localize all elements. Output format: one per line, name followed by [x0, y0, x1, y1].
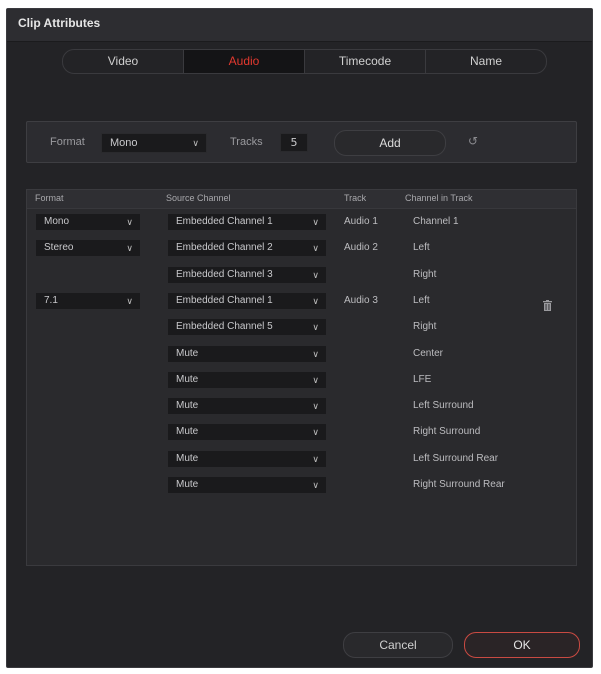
table-row: Mute ∨ Left Surround Rear: [27, 449, 576, 470]
tracks-label: Tracks: [230, 136, 263, 148]
window-title: Clip Attributes: [18, 16, 101, 30]
row-source-channel-dropdown[interactable]: Embedded Channel 5 ∨: [167, 318, 327, 337]
chevron-down-icon: ∨: [126, 243, 133, 254]
row-source-channel-value: Mute: [176, 373, 199, 385]
chevron-down-icon: ∨: [312, 322, 319, 333]
table-row: 7.1 ∨ Embedded Channel 1 ∨ Audio 3 Left: [27, 291, 576, 312]
row-source-channel-value: Embedded Channel 3: [176, 268, 273, 280]
chevron-down-icon: ∨: [312, 243, 319, 254]
row-source-channel-value: Embedded Channel 5: [176, 321, 273, 333]
row-channel-label: LFE: [413, 373, 432, 385]
chevron-down-icon: ∨: [312, 427, 319, 438]
row-channel-label: Channel 1: [413, 216, 459, 227]
row-source-channel-value: Mute: [176, 347, 199, 359]
table-row: Embedded Channel 5 ∨ Right: [27, 318, 576, 338]
table-row: Mute ∨ Center: [27, 344, 576, 365]
row-format-value: Mono: [44, 216, 70, 227]
row-source-channel-dropdown[interactable]: Mute ∨: [167, 423, 327, 442]
row-track-label: Audio 3: [344, 294, 378, 306]
row-channel-label: Right Surround Rear: [413, 479, 505, 490]
table-row: Mute ∨ Left Surround: [27, 397, 576, 417]
trash-icon[interactable]: [543, 300, 552, 311]
table-row: Mute ∨ LFE: [27, 370, 576, 391]
chevron-down-icon: ∨: [192, 138, 199, 148]
row-source-channel-dropdown[interactable]: Embedded Channel 1 ∨: [167, 291, 327, 310]
chevron-down-icon: ∨: [312, 295, 319, 306]
row-source-channel-dropdown[interactable]: Mute ∨: [167, 449, 327, 468]
add-tracks-bar: Format Mono ∨ Tracks 5 Add ↺: [26, 121, 577, 163]
row-source-channel-dropdown[interactable]: Mute ∨: [167, 397, 327, 416]
chevron-down-icon: ∨: [312, 374, 319, 385]
chevron-down-icon: ∨: [312, 217, 319, 227]
row-source-channel-dropdown[interactable]: Embedded Channel 3 ∨: [167, 265, 327, 284]
reset-icon[interactable]: ↺: [468, 134, 478, 148]
table-row: Mute ∨ Right Surround: [27, 423, 576, 443]
tracks-input[interactable]: 5: [280, 133, 308, 152]
row-format-dropdown[interactable]: Stereo ∨: [35, 239, 141, 258]
format-label: Format: [50, 136, 85, 148]
grid-header: Format Source Channel Track Channel in T…: [27, 190, 576, 209]
row-source-channel-value: Embedded Channel 1: [176, 294, 273, 306]
title-bar: Clip Attributes: [7, 9, 592, 42]
chevron-down-icon: ∨: [126, 217, 133, 227]
row-source-channel-dropdown[interactable]: Mute ∨: [167, 476, 327, 494]
row-channel-label: Right: [413, 321, 437, 333]
tab-bar: Video Audio Timecode Name: [62, 49, 547, 74]
row-channel-label: Left Surround: [413, 400, 474, 412]
row-source-channel-value: Embedded Channel 2: [176, 242, 273, 254]
chevron-down-icon: ∨: [126, 295, 133, 306]
chevron-down-icon: ∨: [312, 401, 319, 412]
tab-video[interactable]: Video: [63, 50, 184, 73]
row-source-channel-value: Mute: [176, 400, 199, 412]
row-format-value: 7.1: [44, 294, 58, 306]
table-row: Stereo ∨ Embedded Channel 2 ∨ Audio 2 Left: [27, 239, 576, 259]
audio-track-grid: Format Source Channel Track Channel in T…: [26, 189, 577, 566]
format-dropdown[interactable]: Mono ∨: [101, 133, 207, 153]
tab-audio[interactable]: Audio: [184, 50, 305, 73]
format-dropdown-value: Mono: [110, 137, 138, 149]
cancel-button[interactable]: Cancel: [343, 632, 453, 658]
chevron-down-icon: ∨: [312, 269, 319, 280]
row-format-dropdown[interactable]: 7.1 ∨: [35, 291, 141, 310]
chevron-down-icon: ∨: [312, 348, 319, 359]
row-track-label: Audio 1: [344, 216, 378, 227]
row-channel-label: Left Surround Rear: [413, 452, 499, 464]
header-track: Track: [344, 193, 367, 203]
add-button[interactable]: Add: [334, 130, 446, 156]
row-source-channel-value: Mute: [176, 479, 199, 490]
tab-timecode[interactable]: Timecode: [305, 50, 426, 73]
row-track-label: Audio 2: [344, 242, 378, 254]
table-row: Embedded Channel 3 ∨ Right: [27, 265, 576, 286]
row-source-channel-dropdown[interactable]: Embedded Channel 1 ∨: [167, 213, 327, 231]
row-source-channel-value: Mute: [176, 426, 199, 438]
row-source-channel-dropdown[interactable]: Embedded Channel 2 ∨: [167, 239, 327, 258]
row-channel-label: Left: [413, 242, 430, 254]
table-row: Mute ∨ Right Surround Rear: [27, 476, 576, 496]
row-source-channel-dropdown[interactable]: Mute ∨: [167, 344, 327, 363]
row-source-channel-value: Mute: [176, 452, 199, 464]
row-source-channel-value: Embedded Channel 1: [176, 216, 273, 227]
row-format-dropdown[interactable]: Mono ∨: [35, 213, 141, 231]
row-channel-label: Left: [413, 294, 430, 306]
ok-button[interactable]: OK: [464, 632, 580, 658]
header-source-channel: Source Channel: [166, 193, 231, 203]
chevron-down-icon: ∨: [312, 453, 319, 464]
row-source-channel-dropdown[interactable]: Mute ∨: [167, 370, 327, 389]
row-format-value: Stereo: [44, 242, 74, 254]
row-channel-label: Right: [413, 268, 437, 280]
tab-name[interactable]: Name: [426, 50, 546, 73]
table-row: Mono ∨ Embedded Channel 1 ∨ Audio 1 Channel 1: [27, 213, 576, 233]
row-channel-label: Right Surround: [413, 426, 481, 438]
header-channel-in-track: Channel in Track: [405, 193, 473, 203]
clip-attributes-window: Clip Attributes Video Audio Timecode Nam…: [6, 8, 593, 668]
row-channel-label: Center: [413, 347, 444, 359]
chevron-down-icon: ∨: [312, 480, 319, 490]
header-format: Format: [35, 193, 64, 203]
